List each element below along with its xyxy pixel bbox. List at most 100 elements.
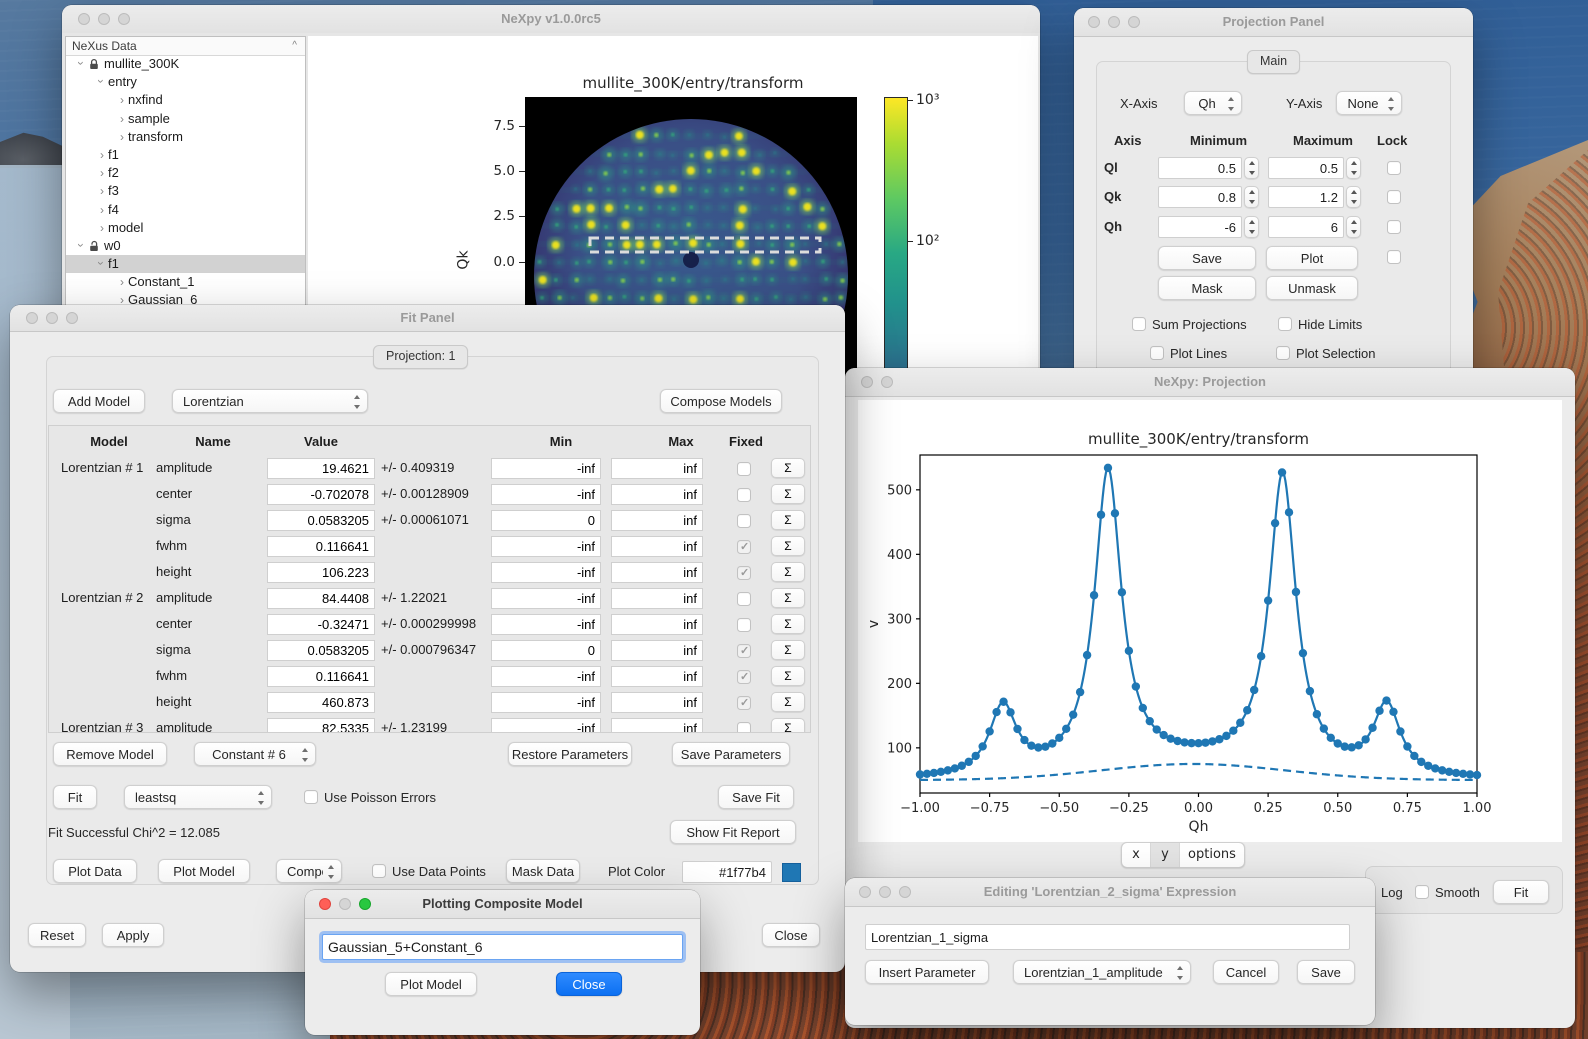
apply-button[interactable]: Apply bbox=[102, 923, 164, 947]
save-fit-button[interactable]: Save Fit bbox=[718, 785, 794, 809]
remove-model-button[interactable]: Remove Model bbox=[53, 742, 167, 766]
mask-button[interactable]: Mask bbox=[1158, 276, 1256, 300]
plot-component-select[interactable]: Compo bbox=[276, 859, 342, 883]
min-field[interactable] bbox=[491, 562, 601, 583]
tree-item-f1[interactable]: ›f1 bbox=[66, 146, 305, 164]
max-field[interactable] bbox=[611, 666, 703, 687]
fixed-checkbox[interactable] bbox=[737, 592, 751, 606]
save-parameters-button[interactable]: Save Parameters bbox=[672, 742, 790, 766]
hide-limits-checkbox[interactable] bbox=[1278, 317, 1292, 331]
expression-sigma-button[interactable]: Σ bbox=[771, 666, 805, 686]
plot-model-button[interactable]: Plot Model bbox=[385, 972, 477, 996]
mask-data-button[interactable]: Mask Data bbox=[506, 859, 580, 883]
min-field[interactable] bbox=[491, 666, 601, 687]
expander-icon[interactable]: › bbox=[116, 273, 128, 291]
max-field[interactable] bbox=[611, 692, 703, 713]
reset-button[interactable]: Reset bbox=[28, 923, 86, 947]
expression-sigma-button[interactable]: Σ bbox=[771, 614, 805, 634]
value-field[interactable] bbox=[267, 614, 375, 635]
value-field[interactable] bbox=[267, 692, 375, 713]
x-axis-select[interactable]: Qh bbox=[1184, 91, 1242, 115]
use-poisson-errors-checkbox[interactable] bbox=[304, 790, 318, 804]
max-field[interactable] bbox=[611, 562, 703, 583]
model-select[interactable]: Lorentzian bbox=[172, 389, 368, 413]
expression-sigma-button[interactable]: Σ bbox=[771, 510, 805, 530]
show-fit-report-button[interactable]: Show Fit Report bbox=[670, 820, 796, 844]
expander-icon[interactable]: › bbox=[92, 75, 110, 87]
tab-y-axis[interactable]: y bbox=[1150, 843, 1179, 867]
projection-panel-titlebar[interactable]: Projection Panel bbox=[1074, 8, 1473, 37]
fit-method-select[interactable]: leastsq bbox=[124, 785, 272, 809]
chevron-up-icon[interactable]: ^ bbox=[292, 37, 297, 55]
tree-item-f2[interactable]: ›f2 bbox=[66, 164, 305, 182]
add-model-button[interactable]: Add Model bbox=[53, 389, 145, 413]
tree-item-transform[interactable]: ›transform bbox=[66, 128, 305, 146]
value-field[interactable] bbox=[267, 718, 375, 733]
save-button[interactable]: Save bbox=[1297, 960, 1355, 984]
min-field[interactable] bbox=[491, 484, 601, 505]
expander-icon[interactable]: › bbox=[116, 110, 128, 128]
minimum-field[interactable] bbox=[1158, 186, 1242, 208]
stepper-icon[interactable] bbox=[1244, 186, 1259, 208]
maximum-field[interactable] bbox=[1268, 186, 1344, 208]
main-titlebar[interactable]: NeXpy v1.0.0rc5 bbox=[62, 5, 1040, 34]
max-field[interactable] bbox=[611, 640, 703, 661]
parameters-table[interactable]: Model Name Value Min Max Fixed Lorentzia… bbox=[48, 425, 811, 733]
expander-icon[interactable]: › bbox=[72, 57, 90, 69]
expander-icon[interactable]: › bbox=[116, 91, 128, 109]
min-field[interactable] bbox=[491, 718, 601, 733]
minimum-field[interactable] bbox=[1158, 216, 1242, 238]
value-field[interactable] bbox=[267, 536, 375, 557]
sum-projections-checkbox[interactable] bbox=[1132, 317, 1146, 331]
fixed-checkbox[interactable] bbox=[737, 618, 751, 632]
fit-panel-titlebar[interactable]: Fit Panel bbox=[10, 305, 845, 332]
tree-item-sample[interactable]: ›sample bbox=[66, 110, 305, 128]
max-field[interactable] bbox=[611, 588, 703, 609]
expression-sigma-button[interactable]: Σ bbox=[771, 562, 805, 582]
min-field[interactable] bbox=[491, 536, 601, 557]
max-field[interactable] bbox=[611, 458, 703, 479]
value-field[interactable] bbox=[267, 484, 375, 505]
value-field[interactable] bbox=[267, 562, 375, 583]
stepper-icon[interactable] bbox=[1244, 157, 1259, 179]
expression-dialog-titlebar[interactable]: Editing 'Lorentzian_2_sigma' Expression bbox=[845, 878, 1375, 907]
expander-icon[interactable]: › bbox=[96, 219, 108, 237]
tree-item-f3[interactable]: ›f3 bbox=[66, 182, 305, 200]
min-field[interactable] bbox=[491, 614, 601, 635]
parameter-select[interactable]: Lorentzian_1_amplitude bbox=[1013, 960, 1191, 984]
min-field[interactable] bbox=[491, 588, 601, 609]
tree-item-mullite_300k[interactable]: ›mullite_300K bbox=[66, 55, 305, 73]
value-field[interactable] bbox=[267, 666, 375, 687]
expander-icon[interactable]: › bbox=[96, 164, 108, 182]
expander-icon[interactable]: › bbox=[96, 182, 108, 200]
fixed-checkbox[interactable] bbox=[737, 540, 751, 554]
max-field[interactable] bbox=[611, 536, 703, 557]
use-data-points-checkbox[interactable] bbox=[372, 864, 386, 878]
expression-sigma-button[interactable]: Σ bbox=[771, 588, 805, 608]
fit-button[interactable]: Fit bbox=[53, 785, 97, 809]
composite-expression-input[interactable] bbox=[322, 934, 683, 960]
min-field[interactable] bbox=[491, 510, 601, 531]
expander-icon[interactable]: › bbox=[96, 146, 108, 164]
smooth-checkbox[interactable] bbox=[1415, 885, 1429, 899]
plot-model-button[interactable]: Plot Model bbox=[158, 859, 250, 883]
value-field[interactable] bbox=[267, 588, 375, 609]
tab-projection-1[interactable]: Projection: 1 bbox=[373, 345, 468, 369]
fixed-checkbox[interactable] bbox=[737, 566, 751, 580]
plot-color-field[interactable] bbox=[682, 861, 772, 883]
projection-plot-canvas[interactable]: mullite_300K/entry/transform100200300400… bbox=[858, 400, 1562, 842]
lock-checkbox[interactable] bbox=[1387, 161, 1401, 175]
compose-models-button[interactable]: Compose Models bbox=[660, 389, 782, 413]
tab-options[interactable]: options bbox=[1179, 843, 1244, 867]
max-field[interactable] bbox=[611, 718, 703, 733]
expander-icon[interactable]: › bbox=[92, 257, 110, 269]
fixed-checkbox[interactable] bbox=[737, 670, 751, 684]
expander-icon[interactable]: › bbox=[72, 239, 90, 251]
tree-item-model[interactable]: ›model bbox=[66, 219, 305, 237]
expression-sigma-button[interactable]: Σ bbox=[771, 458, 805, 478]
tab-x-axis[interactable]: x bbox=[1122, 843, 1150, 867]
cancel-button[interactable]: Cancel bbox=[1213, 960, 1279, 984]
fixed-checkbox[interactable] bbox=[737, 644, 751, 658]
projection-window-titlebar[interactable]: NeXpy: Projection bbox=[845, 368, 1575, 397]
expression-sigma-button[interactable]: Σ bbox=[771, 718, 805, 733]
